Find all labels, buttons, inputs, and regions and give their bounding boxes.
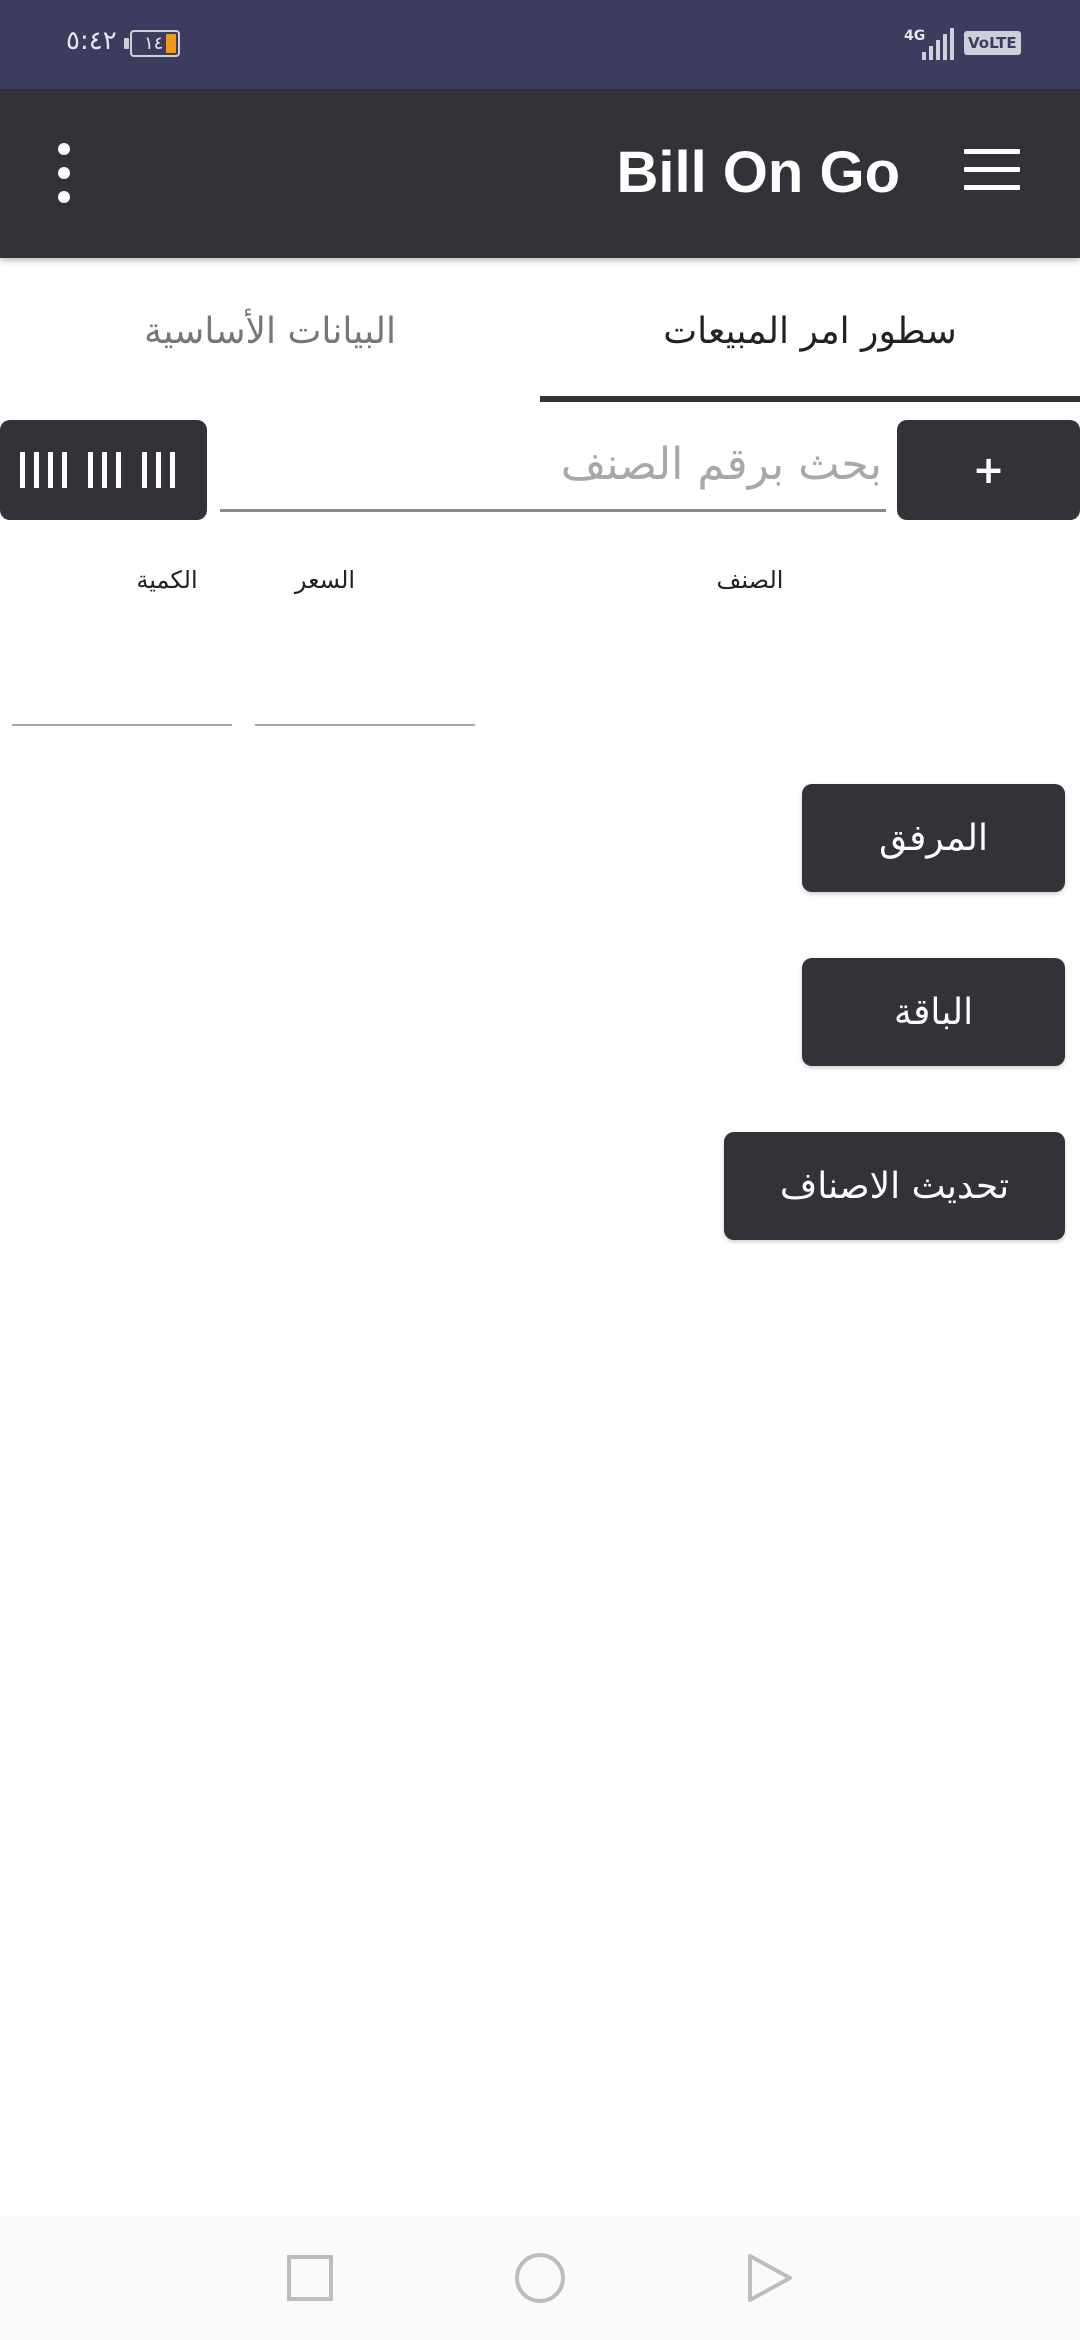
item-search-input[interactable] [220,420,886,512]
circle-icon[interactable] [514,2252,566,2304]
kebab-icon[interactable] [48,143,84,203]
battery-level: ١٤ [144,33,164,54]
volte-badge: VoLTE [964,31,1021,55]
tab-sales-order-lines[interactable]: سطور امر المبيعات [540,258,1080,404]
system-nav-bar [0,2216,1080,2340]
app-title: Bill On Go [616,140,900,205]
tab-indicator [540,396,1080,402]
square-icon[interactable] [284,2252,336,2304]
add-item-button[interactable]: + [897,420,1080,520]
status-bar: ٥:٤٢ ١٤ 4G VoLTE [0,0,1080,89]
refresh-items-button[interactable]: تحديث الاصناف [724,1132,1065,1240]
package-button[interactable]: الباقة [802,958,1065,1066]
barcode-scan-button[interactable] [0,420,207,520]
hamburger-icon[interactable] [964,149,1026,195]
barcode-icon [19,452,175,488]
triangle-icon[interactable] [744,2252,796,2304]
price-input[interactable] [255,650,475,726]
signal-icon [922,28,954,60]
status-time: ٥:٤٢ [66,26,117,56]
column-header-item: الصنف [716,566,784,594]
tab-bar: البيانات الأساسية سطور امر المبيعات [0,258,1080,404]
quantity-input[interactable] [12,650,232,726]
column-header-price: السعر [294,566,356,594]
attachment-button[interactable]: المرفق [802,784,1065,892]
column-header-quantity: الكمية [136,566,198,594]
app-bar: Bill On Go [0,89,1080,258]
tab-basic-data[interactable]: البيانات الأساسية [0,258,540,404]
battery-icon: ١٤ [124,30,180,57]
